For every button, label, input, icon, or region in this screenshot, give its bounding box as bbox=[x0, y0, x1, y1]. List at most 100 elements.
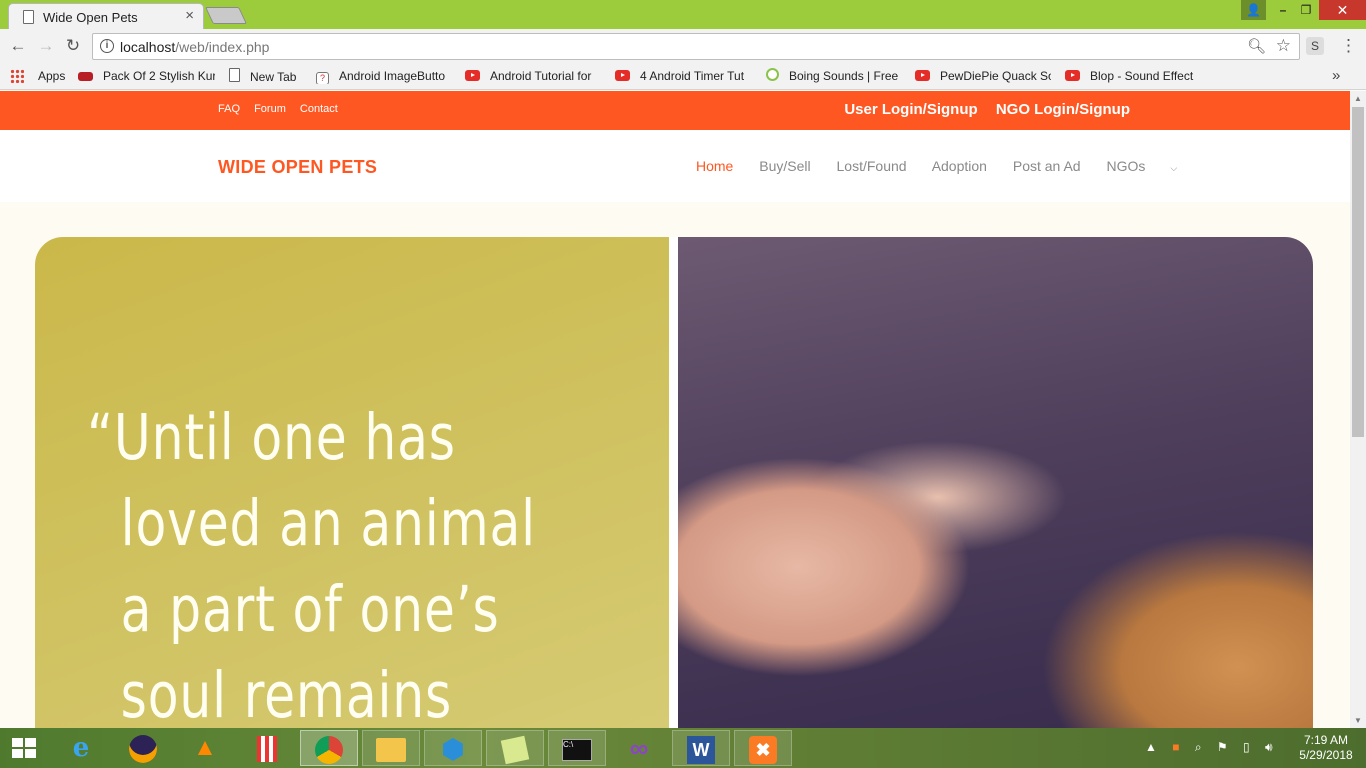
site-header: WIDE OPEN PETS Home Buy/Sell Lost/Found … bbox=[0, 130, 1350, 202]
word-icon[interactable]: W bbox=[672, 730, 730, 766]
window-close-button[interactable]: ✕ bbox=[1319, 0, 1366, 20]
bookmarks-bar: Apps Pack Of 2 Stylish Kur New Tab ? Andr… bbox=[0, 63, 1366, 90]
new-tab-button[interactable] bbox=[205, 7, 247, 24]
main-nav: Home Buy/Sell Lost/Found Adoption Post a… bbox=[696, 158, 1221, 174]
nav-adoption[interactable]: Adoption bbox=[932, 158, 987, 174]
page-icon bbox=[23, 10, 34, 24]
nav-home[interactable]: Home bbox=[696, 158, 733, 174]
zoom-icon[interactable]: 🔍︎ bbox=[1247, 37, 1266, 55]
scroll-up-icon[interactable]: ▲ bbox=[1354, 94, 1362, 103]
browser-tab[interactable]: Wide Open Pets × bbox=[8, 3, 204, 30]
sticky-notes-icon[interactable] bbox=[486, 730, 544, 766]
address-bar[interactable]: i localhost/web/index.php 🔍︎ ☆ bbox=[92, 33, 1300, 60]
hero-quote: “Until one has loved an animal a part of… bbox=[87, 401, 536, 728]
action-center-icon[interactable]: ⚑ bbox=[1217, 740, 1228, 754]
youtube-icon bbox=[465, 70, 480, 81]
hero-quote-panel: “Until one has loved an animal a part of… bbox=[35, 237, 669, 728]
visual-studio-code-icon[interactable]: ⬢ bbox=[424, 730, 482, 766]
minimize-button[interactable]: – bbox=[1270, 0, 1296, 20]
windows-taskbar: e ▲ ⬢ C:\ ∞ W ✖ ▲ ■ ⌕ ⚑ ▯ 🔊︎ 7:19 AM 5/2… bbox=[0, 728, 1366, 768]
bookmark-item[interactable]: Blop - Sound Effect bbox=[1065, 68, 1205, 84]
system-tray: ▲ ■ ⌕ ⚑ ▯ 🔊︎ bbox=[1145, 740, 1285, 755]
reload-icon[interactable]: ↻ bbox=[63, 36, 83, 56]
volume-icon[interactable]: 🔊︎ bbox=[1265, 740, 1273, 754]
internet-explorer-icon[interactable]: e bbox=[52, 730, 110, 766]
chrome-menu-icon[interactable]: ⋮ bbox=[1340, 37, 1357, 55]
scrollbar-thumb[interactable] bbox=[1352, 107, 1364, 437]
user-login-link[interactable]: User Login/Signup bbox=[844, 101, 977, 118]
bookmark-item[interactable]: Pack Of 2 Stylish Kur bbox=[78, 68, 215, 84]
forward-arrow-icon[interactable]: → bbox=[36, 36, 56, 56]
bookmark-label: Boing Sounds | Free bbox=[789, 69, 899, 83]
youtube-icon bbox=[1065, 70, 1080, 81]
bookmark-label: 4 Android Timer Tut bbox=[640, 69, 745, 83]
eclipse-icon[interactable] bbox=[114, 730, 172, 766]
forum-link[interactable]: Forum bbox=[254, 103, 286, 115]
nav-post-ad[interactable]: Post an Ad bbox=[1013, 158, 1081, 174]
clock-time: 7:19 AM bbox=[1303, 733, 1349, 747]
site-logo[interactable]: WIDE OPEN PETS bbox=[218, 157, 377, 178]
battery-icon[interactable]: ▯ bbox=[1243, 740, 1250, 754]
bookmark-item[interactable]: Android Tutorial for bbox=[465, 68, 599, 84]
file-explorer-icon[interactable] bbox=[362, 730, 420, 766]
page-scrollbar[interactable]: ▲ ▼ bbox=[1350, 91, 1366, 728]
help-page-icon: ? bbox=[316, 72, 329, 84]
command-prompt-icon[interactable]: C:\ bbox=[548, 730, 606, 766]
visual-studio-icon[interactable]: ∞ bbox=[610, 730, 668, 766]
nav-lost-found[interactable]: Lost/Found bbox=[837, 158, 907, 174]
url-path: /web/index.php bbox=[175, 39, 270, 55]
bookmark-item[interactable]: ? Android ImageButto bbox=[316, 68, 452, 84]
vlc-icon[interactable]: ▲ bbox=[176, 730, 234, 766]
shop-icon bbox=[78, 72, 93, 81]
tab-title: Wide Open Pets bbox=[43, 10, 138, 25]
chevron-down-icon: ⌵ bbox=[1170, 163, 1178, 173]
profile-icon[interactable]: 👤 bbox=[1241, 0, 1266, 20]
back-arrow-icon[interactable]: ← bbox=[8, 36, 28, 56]
ngo-login-link[interactable]: NGO Login/Signup bbox=[996, 101, 1130, 118]
top-links: FAQ Forum Contact bbox=[218, 103, 349, 115]
show-hidden-icons-icon[interactable]: ▲ bbox=[1145, 740, 1157, 754]
url-text: localhost/web/index.php bbox=[120, 39, 269, 55]
top-bar: FAQ Forum Contact User Login/Signup NGO … bbox=[0, 91, 1350, 130]
browser-toolbar: ← → ↻ i localhost/web/index.php 🔍︎ ☆ S ⋮ bbox=[0, 29, 1366, 63]
page-icon bbox=[229, 68, 240, 82]
taskbar-clock[interactable]: 7:19 AM 5/29/2018 bbox=[1296, 733, 1356, 763]
extension-icon[interactable]: S bbox=[1306, 37, 1324, 55]
youtube-icon bbox=[915, 70, 930, 81]
bookmarks-overflow-icon[interactable]: » bbox=[1332, 67, 1340, 84]
clock-date: 5/29/2018 bbox=[1299, 748, 1353, 762]
nav-ngos[interactable]: NGOs ⌵ bbox=[1106, 158, 1199, 174]
login-links: User Login/Signup NGO Login/Signup bbox=[830, 101, 1130, 118]
chrome-icon[interactable] bbox=[300, 730, 358, 766]
popcorn-time-icon[interactable] bbox=[238, 730, 296, 766]
site-info-icon[interactable]: i bbox=[100, 39, 114, 53]
bookmark-item[interactable]: 4 Android Timer Tut bbox=[615, 68, 751, 84]
apps-grid-icon[interactable] bbox=[10, 69, 24, 83]
bookmark-item[interactable]: Boing Sounds | Free bbox=[766, 68, 899, 84]
network-tray-icon[interactable]: ⌕ bbox=[1195, 740, 1202, 754]
nav-buy-sell[interactable]: Buy/Sell bbox=[759, 158, 810, 174]
maximize-button[interactable]: ❐ bbox=[1296, 0, 1316, 20]
bookmark-label: PewDiePie Quack So bbox=[940, 69, 1051, 83]
hero-banner: “Until one has loved an animal a part of… bbox=[35, 237, 1313, 728]
bookmark-star-icon[interactable]: ☆ bbox=[1276, 36, 1291, 56]
url-host: localhost bbox=[120, 39, 176, 55]
contact-link[interactable]: Contact bbox=[300, 103, 338, 115]
bookmark-item[interactable]: New Tab bbox=[229, 68, 309, 84]
bookmark-item[interactable]: PewDiePie Quack So bbox=[915, 68, 1051, 84]
browser-tab-strip: Wide Open Pets × 👤 – ❐ ✕ bbox=[0, 0, 1366, 30]
xampp-tray-icon[interactable]: ■ bbox=[1172, 740, 1179, 754]
boing-icon bbox=[766, 68, 779, 81]
bookmark-label: Android Tutorial for bbox=[490, 69, 592, 83]
faq-link[interactable]: FAQ bbox=[218, 103, 240, 115]
bookmark-label: Blop - Sound Effect bbox=[1090, 69, 1194, 83]
hero-image-hand-and-paw bbox=[678, 237, 1313, 728]
start-button-windows-icon[interactable] bbox=[12, 738, 38, 760]
tab-close-icon[interactable]: × bbox=[185, 8, 194, 24]
nav-ngos-label: NGOs bbox=[1106, 158, 1146, 174]
scroll-down-icon[interactable]: ▼ bbox=[1354, 716, 1362, 725]
bookmark-apps[interactable]: Apps bbox=[38, 68, 68, 84]
xampp-icon[interactable]: ✖ bbox=[734, 730, 792, 766]
bookmark-label: New Tab bbox=[250, 70, 297, 84]
bookmark-label: Android ImageButto bbox=[339, 69, 446, 83]
